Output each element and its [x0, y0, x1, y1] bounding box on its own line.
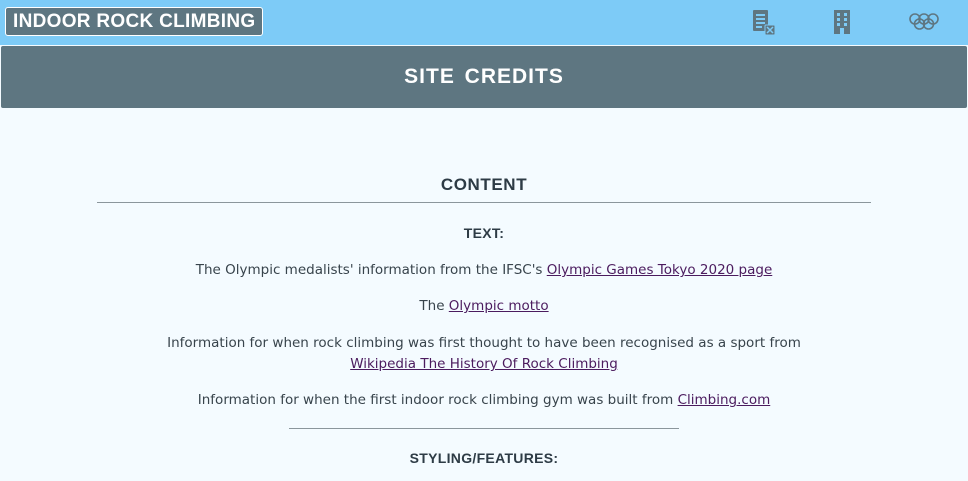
olympic-rings-icon[interactable] [908, 9, 940, 37]
credit-link-ifsc-olympics[interactable]: Olympic Games Tokyo 2020 page [547, 262, 773, 278]
subsection-divider [289, 428, 679, 429]
credit-item: The Olympic motto [150, 296, 818, 317]
styling-features-subheading: STYLING/FEATURES: [409, 450, 559, 466]
credit-link-wikipedia-history[interactable]: Wikipedia The History Of Rock Climbing [350, 356, 618, 372]
building-icon[interactable] [829, 9, 857, 37]
credit-item: The Olympic medalists' information from … [150, 260, 818, 281]
brand-home-link[interactable]: INDOOR ROCK CLIMBING [5, 7, 264, 36]
top-navbar: INDOOR ROCK CLIMBING [0, 0, 968, 45]
content-heading: CONTENT [440, 175, 528, 194]
credit-text: Information for when rock climbing was f… [167, 335, 801, 351]
credit-text: Information for when the first indoor ro… [197, 392, 678, 408]
credit-item: Information for when the first indoor ro… [150, 390, 818, 411]
credit-text: The Olympic medalists' information from … [195, 262, 547, 278]
credit-link-olympic-motto[interactable]: Olympic motto [449, 298, 549, 314]
page-title: SITE CREDITS [404, 65, 564, 88]
credit-text: The [419, 298, 449, 314]
calendar-list-icon[interactable] [750, 9, 778, 37]
credit-link-climbing-com[interactable]: Climbing.com [678, 392, 771, 408]
page-title-banner: SITE CREDITS [1, 46, 967, 108]
credit-item: Information for when rock climbing was f… [150, 333, 818, 375]
text-subheading: TEXT: [463, 225, 505, 241]
section-divider [97, 202, 871, 203]
